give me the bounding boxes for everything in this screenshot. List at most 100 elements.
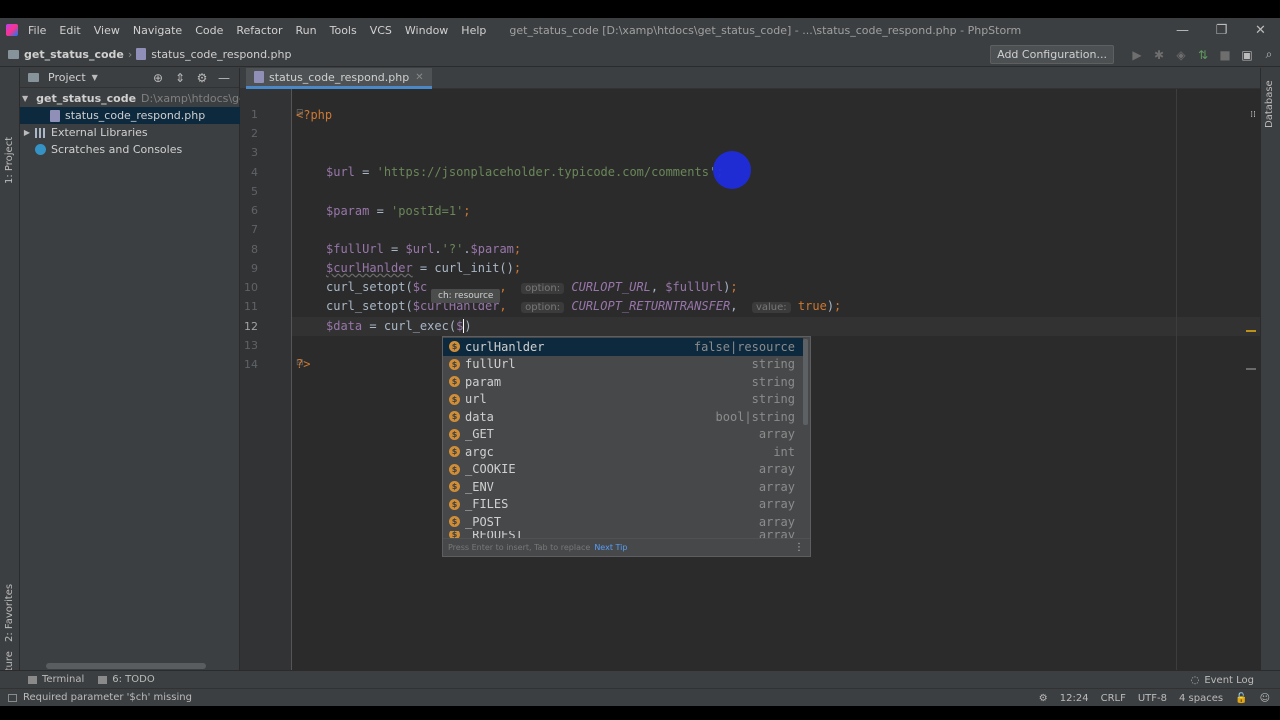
- menu-run[interactable]: Run: [296, 24, 317, 37]
- minimize-button[interactable]: —: [1163, 18, 1202, 42]
- variable-icon: $: [449, 498, 460, 510]
- phpstorm-window: File Edit View Navigate Code Refactor Ru…: [0, 18, 1280, 706]
- search-everywhere-icon[interactable]: ⌕: [1258, 44, 1280, 66]
- indent-setting[interactable]: 4 spaces: [1179, 693, 1223, 704]
- completion-item[interactable]: $ argc int: [443, 443, 803, 461]
- hide-icon[interactable]: —: [213, 71, 235, 85]
- terminal-icon: [28, 675, 37, 684]
- code-line-11: curl_setopt($curlHanlder, option: CURLOP…: [326, 299, 842, 313]
- right-margin-guide: [1176, 89, 1177, 680]
- line-separator[interactable]: CRLF: [1101, 693, 1126, 704]
- completion-item[interactable]: $ _POST array: [443, 513, 803, 531]
- event-log-tab[interactable]: ◌ Event Log: [1191, 671, 1254, 689]
- vcs-update-icon[interactable]: ⇅: [1192, 44, 1214, 66]
- line-number: 14: [244, 358, 258, 371]
- caret-position[interactable]: 12:24: [1060, 693, 1089, 704]
- completion-item[interactable]: $ url string: [443, 391, 803, 409]
- project-tool-tab[interactable]: 1: Project: [0, 126, 20, 186]
- completion-footer: Press Enter to insert, Tab to replace Ne…: [443, 538, 810, 556]
- terminal-tab[interactable]: Terminal: [28, 674, 84, 685]
- error-stripe-marker[interactable]: [1246, 330, 1256, 332]
- tree-item-project-root[interactable]: ▼ get_status_code D:\xamp\htdocs\get_sta…: [20, 90, 240, 107]
- horizontal-scrollbar[interactable]: [46, 663, 206, 669]
- tree-item-file[interactable]: status_code_respond.php: [20, 107, 240, 124]
- close-icon[interactable]: ✕: [415, 72, 423, 83]
- completion-item[interactable]: $ fullUrl string: [443, 356, 803, 374]
- tree-item-external-libraries[interactable]: ▶ External Libraries: [20, 124, 240, 141]
- tree-item-scratches[interactable]: Scratches and Consoles: [20, 141, 240, 158]
- code-line-9: $curlHanlder = curl_init();: [326, 261, 522, 275]
- line-number: 5: [251, 185, 258, 198]
- line-number: 3: [251, 146, 258, 159]
- todo-tab[interactable]: 6: TODO: [98, 674, 155, 685]
- debug-icon[interactable]: ✱: [1148, 44, 1170, 66]
- breadcrumb-file[interactable]: status_code_respond.php: [136, 48, 292, 61]
- parameter-hint: value:: [751, 302, 791, 313]
- file-encoding[interactable]: UTF-8: [1138, 693, 1167, 704]
- completion-item[interactable]: $ _GET array: [443, 426, 803, 444]
- lock-icon[interactable]: 🔓: [1235, 693, 1247, 704]
- coverage-icon[interactable]: ◈: [1170, 44, 1192, 66]
- menu-view[interactable]: View: [94, 24, 120, 37]
- chevron-right-icon[interactable]: ▶: [22, 128, 32, 137]
- project-panel-header: Project ▼ ⊕ ⇕ ⚙ —: [20, 68, 239, 88]
- database-tool-tab[interactable]: Database: [1261, 68, 1280, 138]
- menu-refactor[interactable]: Refactor: [236, 24, 282, 37]
- menu-window[interactable]: Window: [405, 24, 448, 37]
- menu-file[interactable]: File: [28, 24, 46, 37]
- project-view-selector[interactable]: Project: [48, 71, 86, 84]
- git-icon[interactable]: ⚙: [1039, 693, 1048, 704]
- completion-footer-text: Press Enter to insert, Tab to replace: [448, 543, 591, 552]
- status-widgets: ⚙ 12:24 CRLF UTF-8 4 spaces 🔓 ☺: [1027, 689, 1270, 706]
- parameter-hint: option:: [521, 302, 565, 313]
- more-options-icon[interactable]: ⋮: [794, 542, 804, 553]
- restore-button[interactable]: ❐: [1202, 18, 1241, 42]
- run-icon[interactable]: ▶: [1126, 44, 1148, 66]
- completion-item[interactable]: $ data bool|string: [443, 408, 803, 426]
- menu-vcs[interactable]: VCS: [370, 24, 392, 37]
- locate-icon[interactable]: ⊕: [147, 71, 169, 85]
- variable-icon: $: [449, 463, 460, 475]
- chevron-down-icon[interactable]: ▼: [92, 73, 98, 82]
- completion-scrollbar[interactable]: [803, 339, 808, 425]
- line-number: 2: [251, 127, 258, 140]
- project-structure-icon[interactable]: ▣: [1236, 44, 1258, 66]
- completion-item[interactable]: $ param string: [443, 373, 803, 391]
- completion-item[interactable]: $ curlHanlder false|resource: [443, 338, 803, 356]
- inspection-widget-icon[interactable]: ⁞⁞: [1250, 110, 1256, 120]
- completion-item[interactable]: $ _ENV array: [443, 478, 803, 496]
- menu-code[interactable]: Code: [195, 24, 223, 37]
- close-window-button[interactable]: ✕: [1241, 18, 1280, 42]
- completion-item[interactable]: $ _FILES array: [443, 496, 803, 514]
- variable-icon: $: [449, 481, 460, 493]
- status-message: Required parameter '$ch' missing: [8, 692, 192, 703]
- menu-tools[interactable]: Tools: [330, 24, 357, 37]
- editor-tab-bar: status_code_respond.php ✕: [240, 68, 1260, 89]
- line-number: 1: [251, 108, 258, 121]
- next-tip-link[interactable]: Next Tip: [594, 543, 627, 552]
- error-stripe-marker[interactable]: [1246, 368, 1256, 370]
- collapse-all-icon[interactable]: ⇕: [169, 71, 191, 85]
- library-icon: [35, 127, 46, 138]
- folder-icon: [8, 49, 19, 59]
- inspector-icon[interactable]: ☺: [1260, 693, 1270, 704]
- completion-item[interactable]: $ _COOKIE array: [443, 461, 803, 479]
- code-line-14: ?>: [296, 357, 311, 371]
- left-tool-strip: 1: Project 2: Favorites Z: Structure: [0, 68, 20, 706]
- breadcrumb-project[interactable]: get_status_code: [8, 48, 124, 61]
- breadcrumb-separator: ›: [127, 47, 133, 61]
- menu-edit[interactable]: Edit: [59, 24, 80, 37]
- window-title: get_status_code [D:\xamp\htdocs\get_stat…: [509, 23, 1022, 37]
- gear-icon[interactable]: ⚙: [191, 71, 213, 85]
- editor-tab-status-code-respond[interactable]: status_code_respond.php ✕: [246, 68, 432, 89]
- chevron-down-icon[interactable]: ▼: [22, 94, 28, 103]
- variable-icon: $: [449, 393, 460, 405]
- menu-navigate[interactable]: Navigate: [133, 24, 182, 37]
- scratches-icon: [35, 144, 46, 155]
- tool-windows-toggle-icon[interactable]: [8, 693, 17, 702]
- code-line-4: $url = 'https://jsonplaceholder.typicode…: [326, 165, 723, 179]
- add-configuration-button[interactable]: Add Configuration...: [990, 45, 1114, 64]
- favorites-tool-tab[interactable]: 2: Favorites: [0, 584, 20, 658]
- menu-help[interactable]: Help: [461, 24, 486, 37]
- stop-icon[interactable]: ■: [1214, 44, 1236, 66]
